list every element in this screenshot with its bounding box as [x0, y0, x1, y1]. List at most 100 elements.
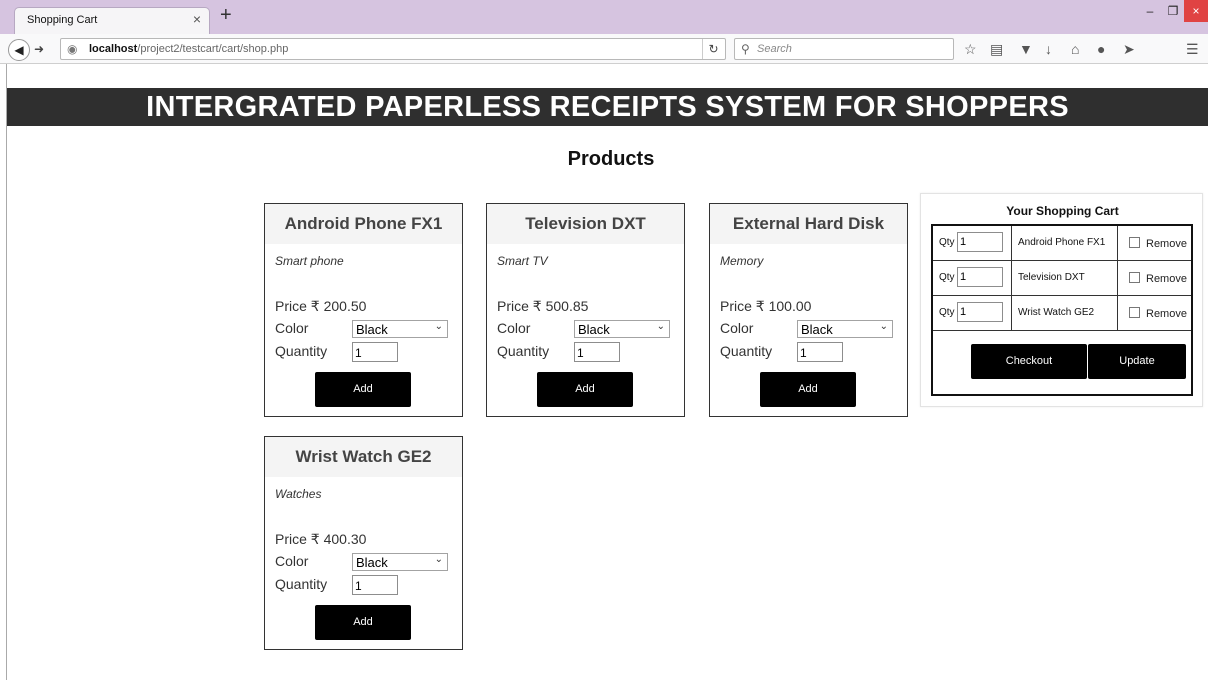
- search-icon: ⚲: [741, 42, 750, 56]
- share-icon[interactable]: ➤: [1123, 42, 1135, 56]
- cart-qty-cell: Qty 1: [933, 226, 1012, 260]
- product-name: Android Phone FX1: [265, 204, 462, 244]
- cart-table: Qty 1 Android Phone FX1 Remove Qty 1 Tel…: [931, 224, 1193, 396]
- cart-qty-label: Qty: [939, 307, 955, 318]
- product-description: Memory: [720, 254, 764, 268]
- product-name: External Hard Disk: [710, 204, 907, 244]
- quantity-label: Quantity: [720, 343, 773, 359]
- cart-item-name: Wrist Watch GE2: [1018, 307, 1095, 318]
- tab-title: Shopping Cart: [27, 14, 98, 26]
- cart-title: Your Shopping Cart: [1006, 204, 1119, 218]
- menu-icon[interactable]: ☰: [1186, 42, 1199, 56]
- cart-qty-label: Qty: [939, 272, 955, 283]
- home-icon[interactable]: ⌂: [1071, 42, 1079, 56]
- chevron-down-icon: ⌄: [434, 321, 443, 332]
- forward-icon[interactable]: ➜: [34, 42, 44, 56]
- cart-qty-cell: Qty 1: [933, 296, 1012, 330]
- cart-remove-cell: Remove: [1118, 261, 1191, 295]
- color-label: Color: [720, 320, 754, 336]
- search-placeholder: Search: [757, 43, 792, 55]
- color-select-value: Black: [356, 555, 388, 570]
- quantity-input[interactable]: 1: [352, 575, 398, 595]
- url-bar[interactable]: ◉ localhost/project2/testcart/cart/shop.…: [60, 38, 726, 60]
- add-button[interactable]: Add: [537, 372, 633, 407]
- minimize-icon[interactable]: –: [1138, 0, 1162, 22]
- chat-icon[interactable]: ●: [1097, 42, 1105, 56]
- maximize-icon[interactable]: ❐: [1162, 0, 1184, 22]
- add-button[interactable]: Add: [760, 372, 856, 407]
- url-host: localhost: [89, 43, 138, 55]
- browser-tab-bar: Shopping Cart × + – ❐ ×: [0, 0, 1208, 34]
- search-bar[interactable]: ⚲ Search: [734, 38, 954, 60]
- product-description: Smart phone: [275, 254, 344, 268]
- quantity-input[interactable]: 1: [352, 342, 398, 362]
- color-label: Color: [275, 553, 309, 569]
- browser-nav-bar: ◀ ➜ ◉ localhost/project2/testcart/cart/s…: [0, 34, 1208, 64]
- new-tab-icon[interactable]: +: [220, 4, 232, 27]
- tab-close-icon[interactable]: ×: [193, 11, 201, 27]
- product-card: Television DXT Smart TV Price ₹ 500.85 C…: [486, 203, 685, 417]
- color-select[interactable]: Black ⌄: [574, 320, 670, 338]
- cart-remove-cell: Remove: [1118, 296, 1191, 330]
- chevron-down-icon: ⌄: [879, 321, 888, 332]
- remove-label: Remove: [1146, 273, 1187, 285]
- add-button[interactable]: Add: [315, 372, 411, 407]
- cart-qty-input[interactable]: 1: [957, 302, 1003, 322]
- browser-tab[interactable]: Shopping Cart ×: [14, 7, 210, 34]
- reading-list-icon[interactable]: ▤: [990, 42, 1003, 56]
- remove-checkbox[interactable]: [1129, 272, 1140, 283]
- product-card: Wrist Watch GE2 Watches Price ₹ 400.30 C…: [264, 436, 463, 650]
- product-name: Wrist Watch GE2: [265, 437, 462, 477]
- site-banner: INTERGRATED PAPERLESS RECEIPTS SYSTEM FO…: [7, 88, 1208, 126]
- cart-item-name: Android Phone FX1: [1018, 237, 1106, 248]
- chevron-down-icon: ⌄: [656, 321, 665, 332]
- quantity-label: Quantity: [497, 343, 550, 359]
- product-description: Watches: [275, 487, 322, 501]
- color-select[interactable]: Black ⌄: [352, 553, 448, 571]
- color-select[interactable]: Black ⌄: [352, 320, 448, 338]
- cart-item-cell: Android Phone FX1: [1012, 226, 1118, 260]
- cart-row: Qty 1 Android Phone FX1 Remove: [933, 226, 1191, 261]
- url-text: localhost/project2/testcart/cart/shop.ph…: [89, 43, 288, 55]
- color-select-value: Black: [578, 322, 610, 337]
- update-button[interactable]: Update: [1088, 344, 1186, 379]
- cart-remove-cell: Remove: [1118, 226, 1191, 260]
- checkout-button[interactable]: Checkout: [971, 344, 1087, 379]
- product-card: External Hard Disk Memory Price ₹ 100.00…: [709, 203, 908, 417]
- pocket-icon[interactable]: ▼: [1019, 42, 1033, 56]
- cart-row: Qty 1 Wrist Watch GE2 Remove: [933, 296, 1191, 331]
- cart-item-cell: Television DXT: [1012, 261, 1118, 295]
- cart-row: Qty 1 Television DXT Remove: [933, 261, 1191, 296]
- cart-qty-cell: Qty 1: [933, 261, 1012, 295]
- cart-qty-label: Qty: [939, 237, 955, 248]
- color-label: Color: [275, 320, 309, 336]
- product-price: Price ₹ 500.85: [497, 298, 589, 314]
- product-name: Television DXT: [487, 204, 684, 244]
- remove-label: Remove: [1146, 308, 1187, 320]
- cart-qty-input[interactable]: 1: [957, 267, 1003, 287]
- color-select[interactable]: Black ⌄: [797, 320, 893, 338]
- cart-item-cell: Wrist Watch GE2: [1012, 296, 1118, 330]
- cart-qty-input[interactable]: 1: [957, 232, 1003, 252]
- quantity-input[interactable]: 1: [797, 342, 843, 362]
- quantity-label: Quantity: [275, 343, 328, 359]
- site-info-icon[interactable]: ◉: [67, 42, 77, 56]
- remove-checkbox[interactable]: [1129, 307, 1140, 318]
- download-icon[interactable]: ↓: [1045, 42, 1052, 56]
- add-button[interactable]: Add: [315, 605, 411, 640]
- remove-checkbox[interactable]: [1129, 237, 1140, 248]
- product-card: Android Phone FX1 Smart phone Price ₹ 20…: [264, 203, 463, 417]
- chevron-down-icon: ⌄: [434, 554, 443, 565]
- back-icon[interactable]: ◀: [8, 39, 30, 61]
- color-select-value: Black: [801, 322, 833, 337]
- product-price: Price ₹ 200.50: [275, 298, 367, 314]
- close-window-icon[interactable]: ×: [1184, 0, 1208, 22]
- product-price: Price ₹ 400.30: [275, 531, 367, 547]
- quantity-input[interactable]: 1: [574, 342, 620, 362]
- quantity-label: Quantity: [275, 576, 328, 592]
- url-path: /project2/testcart/cart/shop.php: [137, 43, 289, 55]
- products-heading: Products: [567, 148, 655, 170]
- cart-item-name: Television DXT: [1018, 272, 1085, 283]
- bookmark-star-icon[interactable]: ☆: [964, 42, 977, 56]
- reload-icon[interactable]: ↻: [702, 39, 724, 59]
